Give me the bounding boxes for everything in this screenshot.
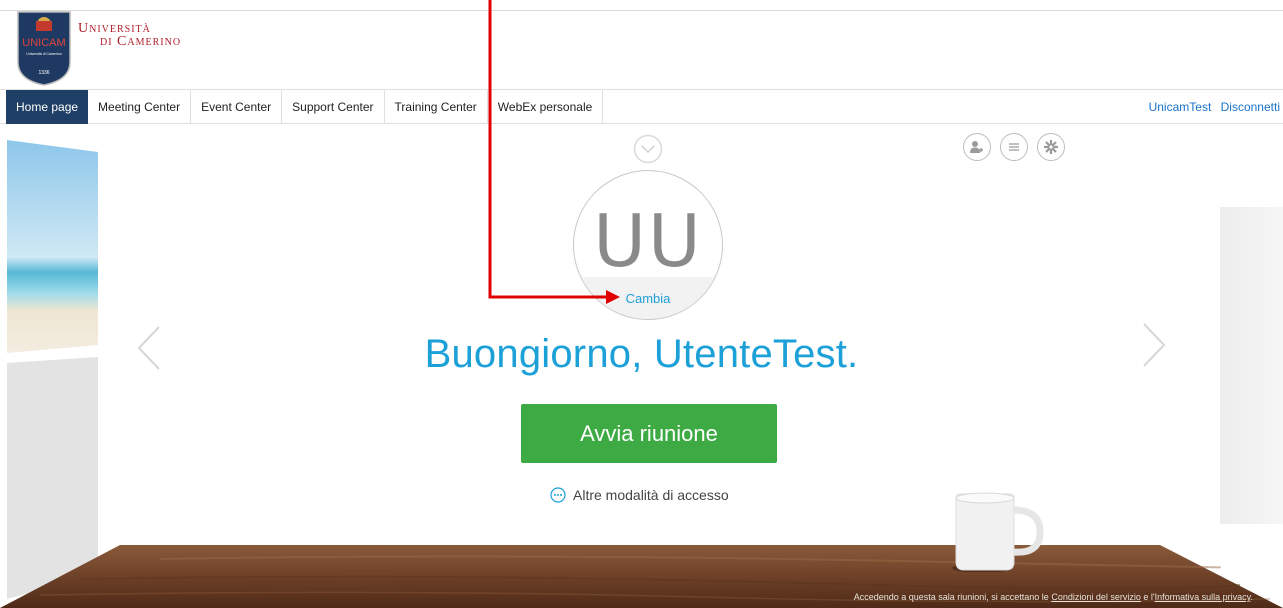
logout-link[interactable]: Disconnetti [1221, 100, 1280, 114]
main-nav: Home page Meeting Center Event Center Su… [0, 89, 1283, 124]
room-actions [963, 133, 1073, 165]
tab-meeting-center[interactable]: Meeting Center [88, 90, 192, 124]
more-options-icon [550, 487, 566, 503]
terms-of-service-link[interactable]: Condizioni del servizio [1051, 592, 1141, 602]
tab-support-center[interactable]: Support Center [282, 90, 385, 124]
add-user-icon[interactable] [963, 133, 991, 161]
university-name-line2: di Camerino [100, 34, 182, 49]
terms-notice: Accedendo a questa sala riunioni, si acc… [854, 592, 1253, 602]
user-links: UnicamTest Disconnetti [1143, 90, 1280, 124]
unicam-shield-icon: UNICAM Università di Camerino 1336 [17, 11, 71, 86]
change-avatar-link[interactable]: Cambia [574, 291, 722, 306]
settings-gear-icon[interactable] [1037, 133, 1065, 161]
svg-text:1336: 1336 [38, 70, 49, 76]
user-avatar: UU Cambia [573, 170, 723, 320]
unicam-logo[interactable]: UNICAM Università di Camerino 1336 Unive… [16, 10, 236, 88]
tab-event-center[interactable]: Event Center [191, 90, 283, 124]
svg-text:Università di Camerino: Università di Camerino [26, 52, 61, 56]
chevron-down-icon[interactable] [633, 134, 663, 164]
beach-picture [7, 140, 98, 353]
terms-conjunction: e l' [1140, 592, 1155, 602]
terms-prefix: Accedendo a questa sala riunioni, si acc… [853, 592, 1052, 602]
privacy-policy-link[interactable]: Informativa sulla privacy [1155, 592, 1251, 602]
avatar-initials: UU [593, 199, 703, 283]
terms-suffix: . [1250, 592, 1253, 602]
tab-webex-personale[interactable]: WebEx personale [488, 90, 604, 124]
greeting-heading: Buongiorno, UtenteTest. [424, 332, 859, 376]
tab-home-page[interactable]: Home page [6, 90, 89, 124]
start-meeting-button[interactable]: Avvia riunione [521, 404, 777, 463]
nav-tabs: Home page Meeting Center Event Center Su… [6, 90, 604, 124]
svg-text:UNICAM: UNICAM [22, 37, 65, 49]
tab-training-center[interactable]: Training Center [385, 90, 488, 124]
coffee-mug-decoration [952, 492, 1044, 572]
list-icon[interactable] [1000, 133, 1028, 161]
alt-access-label: Altre modalità di accesso [573, 487, 729, 503]
university-name: Università di Camerino [78, 22, 182, 49]
user-profile-link[interactable]: UnicamTest [1149, 100, 1212, 114]
alt-access-link[interactable]: Altre modalità di accesso [550, 486, 729, 504]
